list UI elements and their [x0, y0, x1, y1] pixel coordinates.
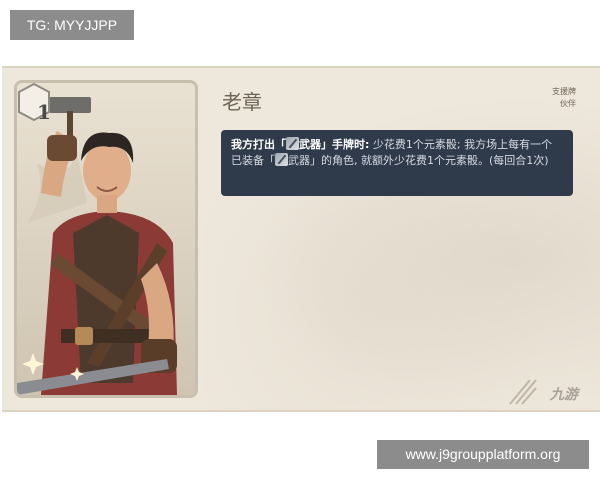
slash-decoration-icon: [509, 379, 537, 405]
character-illustration: [17, 83, 195, 395]
card-name: 老章: [222, 90, 262, 114]
panel-background-decoration: [202, 68, 600, 410]
trigger-prefix: 我方打出「: [231, 138, 286, 151]
card-type: 支援牌 伙伴: [552, 86, 576, 110]
effect-tag: 武器: [288, 154, 310, 167]
card-artwork[interactable]: 1: [14, 80, 198, 398]
card-detail-panel: 1 老章 支援牌 伙伴 我方打出「 武器」手牌时: 少花费1个元素骰; 我方场上每…: [2, 66, 600, 412]
watermark-label: TG: MYYJJPP: [10, 10, 134, 40]
weapon-icon: [275, 153, 288, 166]
card-description: 我方打出「 武器」手牌时: 少花费1个元素骰; 我方场上每有一个已装备「 武器」的角…: [221, 130, 573, 196]
effect-text-2: 」的角色, 就额外少花费1个元素骰。(每回合1次): [310, 154, 549, 167]
site-logo: 九游: [550, 387, 578, 403]
cost-value: 1: [37, 100, 51, 124]
card-type-subcategory: 伙伴: [560, 99, 576, 108]
card-type-category: 支援牌: [552, 87, 576, 96]
weapon-icon: [286, 137, 299, 150]
footer-url-label: www.j9groupplatform.org: [377, 440, 589, 469]
trigger-tag: 武器: [299, 138, 321, 151]
trigger-suffix: 」手牌时:: [321, 138, 370, 151]
